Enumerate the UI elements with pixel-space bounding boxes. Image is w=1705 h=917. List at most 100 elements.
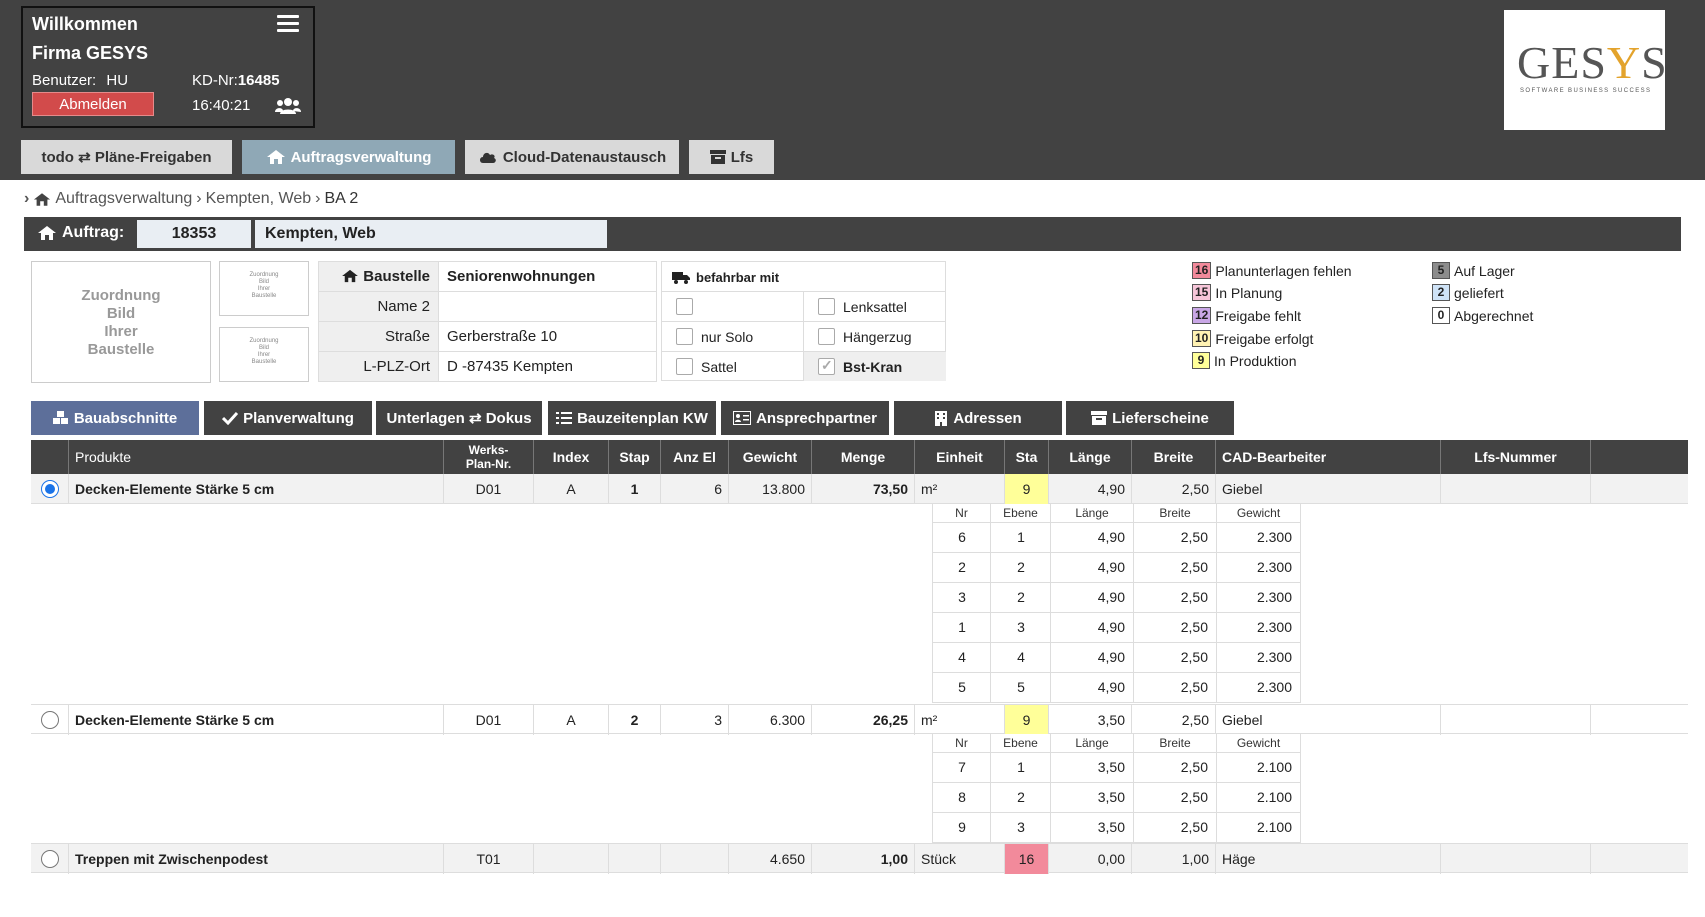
table-row[interactable]: Treppen mit Zwischenpodest T01 4.650 1,0… bbox=[31, 843, 1688, 874]
element-row[interactable]: 4 4 4,90 2,50 2.300 bbox=[932, 641, 1301, 673]
truck-icon bbox=[672, 272, 690, 284]
cell-menge: 73,50 bbox=[812, 474, 915, 504]
table-row[interactable]: Decken-Elemente Stärke 5 cm D01 A 1 6 13… bbox=[31, 474, 1688, 504]
option-bst-kran[interactable]: Bst-Kran bbox=[804, 351, 946, 381]
home-icon bbox=[342, 269, 358, 283]
option-lenksattel[interactable]: Lenksattel bbox=[804, 291, 946, 321]
col-stap[interactable]: Stap bbox=[609, 440, 661, 474]
cell-breite: 2,50 bbox=[1132, 705, 1216, 735]
elements-subtable: Nr Ebene Länge Breite Gewicht 6 1 4,90 2,50… bbox=[932, 504, 1301, 703]
col-lfs-nummer[interactable]: Lfs-Nummer bbox=[1441, 440, 1591, 474]
auftrag-label: Auftrag: bbox=[37, 224, 124, 242]
option-sattel[interactable]: Sattel bbox=[662, 351, 804, 381]
chevron-right-icon: › bbox=[24, 190, 30, 207]
checkbox[interactable] bbox=[818, 328, 835, 345]
col-index[interactable]: Index bbox=[534, 440, 609, 474]
cell-produkt: Decken-Elemente Stärke 5 cm bbox=[69, 705, 444, 735]
table-row[interactable]: Decken-Elemente Stärke 5 cm D01 A 2 3 6.… bbox=[31, 704, 1688, 735]
adressen-button[interactable]: Adressen bbox=[894, 401, 1062, 435]
option-nur-solo[interactable]: nur Solo bbox=[662, 321, 804, 351]
legend-item: 9 In Produktion bbox=[1192, 352, 1297, 369]
element-row[interactable]: 9 3 3,50 2,50 2.100 bbox=[932, 811, 1301, 843]
ansprechpartner-button[interactable]: Ansprechpartner bbox=[721, 401, 889, 435]
cell-gewicht: 6.300 bbox=[729, 705, 812, 735]
street-value: Gerberstraße 10 bbox=[438, 321, 657, 352]
option-empty[interactable] bbox=[662, 291, 804, 321]
building-icon bbox=[935, 410, 948, 426]
baustelle-table: Baustelle Seniorenwohnungen Name 2 Straß… bbox=[318, 261, 657, 382]
col-cad-bearbeiter[interactable]: CAD-Bearbeiter bbox=[1216, 440, 1441, 474]
auftrag-number: 18353 bbox=[137, 220, 251, 248]
auftrag-bar: Auftrag: 18353 Kempten, Web bbox=[24, 217, 1681, 251]
befahrbar-panel: befahrbar mit Lenksattel nur Solo Hänger… bbox=[661, 261, 946, 381]
col-breite[interactable]: Breite bbox=[1132, 440, 1216, 474]
baustelle-name: Seniorenwohnungen bbox=[438, 261, 657, 292]
tab-cloud-datenaustausch[interactable]: Cloud-Datenaustausch bbox=[465, 140, 679, 174]
checkbox-checked[interactable] bbox=[818, 357, 835, 375]
tab-auftragsverwaltung[interactable]: Auftragsverwaltung bbox=[242, 140, 455, 174]
element-row[interactable]: 1 3 4,90 2,50 2.300 bbox=[932, 611, 1301, 643]
check-icon bbox=[222, 411, 239, 425]
checkbox[interactable] bbox=[676, 328, 693, 345]
customer-number: KD-Nr:16485 bbox=[192, 72, 280, 89]
cell-produkt: Decken-Elemente Stärke 5 cm bbox=[69, 474, 444, 504]
element-row[interactable]: 5 5 4,90 2,50 2.300 bbox=[932, 671, 1301, 703]
cell-stap bbox=[609, 844, 661, 874]
row-select-radio[interactable] bbox=[40, 850, 59, 868]
auftrag-name: Kempten, Web bbox=[255, 220, 607, 248]
checkbox[interactable] bbox=[676, 358, 693, 375]
contact-card-icon bbox=[733, 411, 752, 425]
planverwaltung-button[interactable]: Planverwaltung bbox=[204, 401, 372, 435]
cell-cad: Giebel bbox=[1216, 474, 1441, 504]
option-haengerzug[interactable]: Hängerzug bbox=[804, 321, 946, 351]
checkbox[interactable] bbox=[676, 298, 693, 315]
lieferscheine-button[interactable]: Lieferscheine bbox=[1066, 401, 1234, 435]
city-label: L-PLZ-Ort bbox=[318, 351, 439, 382]
cell-lfs bbox=[1441, 474, 1591, 504]
logout-button[interactable]: Abmelden bbox=[32, 92, 154, 116]
bauabschnitte-button[interactable]: Bauabschnitte bbox=[31, 401, 199, 435]
col-menge[interactable]: Menge bbox=[812, 440, 915, 474]
element-row[interactable]: 7 1 3,50 2,50 2.100 bbox=[932, 751, 1301, 783]
element-row[interactable]: 6 1 4,90 2,50 2.300 bbox=[932, 521, 1301, 553]
cell-stap: 2 bbox=[609, 705, 661, 735]
row-select-radio[interactable] bbox=[40, 480, 59, 498]
cell-cad: Häge bbox=[1216, 844, 1441, 874]
checkbox[interactable] bbox=[818, 298, 835, 315]
cell-anz bbox=[661, 844, 729, 874]
element-row[interactable]: 3 2 4,90 2,50 2.300 bbox=[932, 581, 1301, 613]
baustelle-thumbnail-2[interactable]: Zuordnung Bild Ihrer Baustelle bbox=[219, 327, 309, 382]
bauzeitenplan-button[interactable]: Bauzeitenplan KW bbox=[548, 401, 716, 435]
element-row[interactable]: 8 2 3,50 2,50 2.100 bbox=[932, 781, 1301, 813]
baustelle-image-placeholder[interactable]: Zuordnung Bild Ihrer Baustelle bbox=[31, 261, 211, 383]
col-laenge[interactable]: Länge bbox=[1049, 440, 1132, 474]
col-produkte[interactable]: Produkte bbox=[69, 440, 444, 474]
cloud-icon bbox=[479, 152, 496, 163]
tab-lfs[interactable]: Lfs bbox=[689, 140, 774, 174]
tab-plaene-freigaben[interactable]: todo ⇄ Pläne-Freigaben bbox=[21, 140, 232, 174]
archive-icon bbox=[1091, 411, 1108, 425]
cell-anz: 6 bbox=[661, 474, 729, 504]
breadcrumb-auftrag[interactable]: Kempten, Web bbox=[206, 190, 312, 208]
company-name: Firma GESYS bbox=[32, 43, 149, 63]
hamburger-menu-icon[interactable] bbox=[277, 15, 299, 33]
baustelle-thumbnail-1[interactable]: Zuordnung Bild Ihrer Baustelle bbox=[219, 261, 309, 316]
name2-label: Name 2 bbox=[318, 291, 439, 322]
col-sta[interactable]: Sta bbox=[1005, 440, 1049, 474]
city-value: D -87435 Kempten bbox=[438, 351, 657, 382]
home-icon[interactable] bbox=[33, 192, 51, 207]
col-anz-el[interactable]: Anz El bbox=[661, 440, 729, 474]
breadcrumb-auftragsverwaltung[interactable]: Auftragsverwaltung bbox=[55, 190, 192, 208]
table-header: Produkte Werks- Plan-Nr. Index Stap Anz E… bbox=[31, 440, 1688, 474]
user-label: Benutzer: bbox=[32, 72, 97, 89]
row-select-radio[interactable] bbox=[40, 711, 59, 729]
name2-value bbox=[438, 291, 657, 322]
unterlagen-dokus-button[interactable]: Unterlagen ⇄ Dokus bbox=[376, 401, 542, 435]
col-gewicht[interactable]: Gewicht bbox=[729, 440, 812, 474]
breadcrumb-current: BA 2 bbox=[324, 190, 359, 207]
user-info: Benutzer: HU bbox=[32, 72, 128, 89]
element-row[interactable]: 2 2 4,90 2,50 2.300 bbox=[932, 551, 1301, 583]
col-werks-plan-nr[interactable]: Werks- Plan-Nr. bbox=[444, 440, 534, 474]
users-icon[interactable] bbox=[275, 97, 301, 115]
col-einheit[interactable]: Einheit bbox=[915, 440, 1005, 474]
